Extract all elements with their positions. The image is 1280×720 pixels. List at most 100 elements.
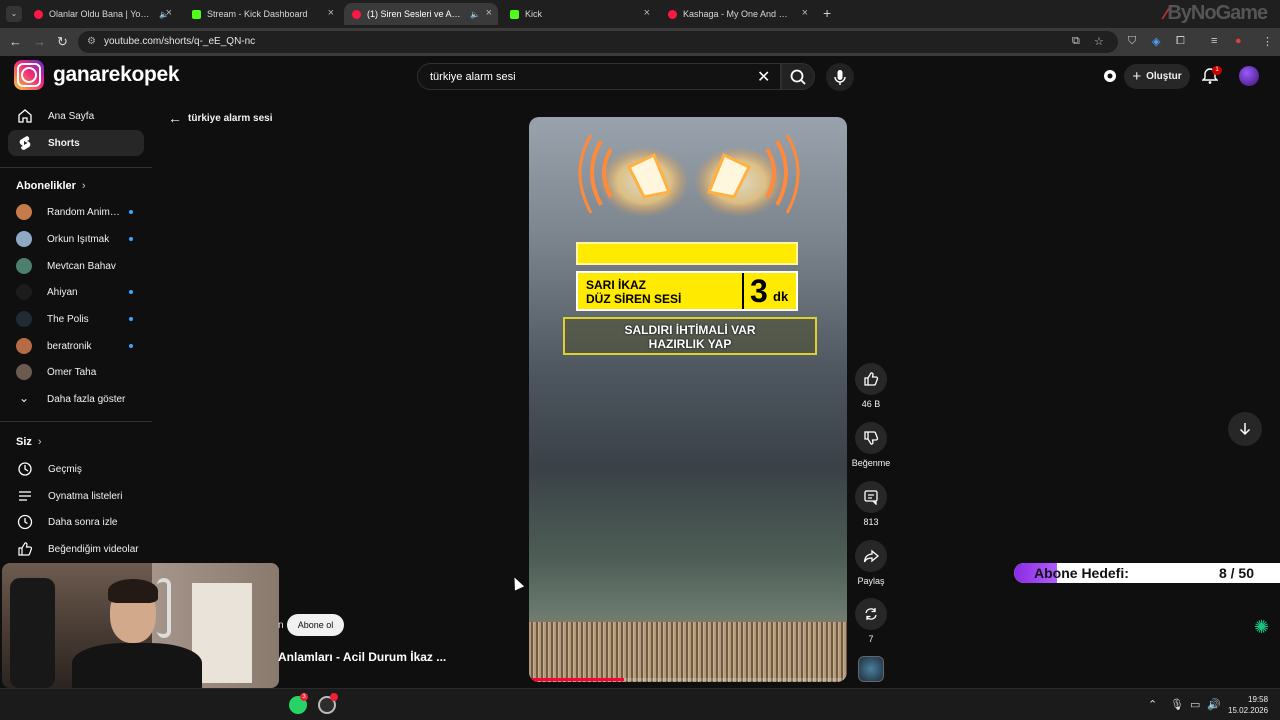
media-control-icon[interactable]: ≡: [1211, 35, 1217, 47]
like-button[interactable]: 46 B: [852, 363, 890, 409]
sidebar-item-watch-later[interactable]: Daha sonra izle: [8, 509, 144, 535]
search-icon: [790, 69, 806, 85]
video-progress-bar[interactable]: [529, 678, 847, 681]
sidebar-subscription[interactable]: Orkun Işıtmak: [8, 227, 144, 251]
bookmark-star-icon[interactable]: ☆: [1094, 35, 1104, 48]
translate-extension-icon[interactable]: ◈: [1152, 35, 1160, 48]
taskbar: 3 ⌃ 🎙 ▭ 🔊 19:58 15.02.2026: [0, 688, 1280, 720]
microphone-icon[interactable]: 🎙: [1170, 698, 1184, 711]
warning-line-1: SARI İKAZ: [586, 278, 646, 292]
browser-tab[interactable]: Kashaga - My One And Only | O ×: [660, 3, 814, 25]
create-label: Oluştur: [1146, 71, 1182, 82]
sidebar-subscription[interactable]: Mevtcan Bahav: [8, 254, 144, 278]
extensions-puzzle-icon[interactable]: ⧠: [1176, 35, 1185, 48]
shield-extension-icon[interactable]: ⛉: [1128, 35, 1136, 48]
profile-icon[interactable]: ●: [1235, 35, 1242, 47]
duration-unit: dk: [773, 289, 789, 304]
share-button[interactable]: Paylaş: [852, 540, 890, 586]
close-tab-icon[interactable]: ×: [644, 7, 650, 19]
address-bar[interactable]: ⚙ youtube.com/shorts/q-_eE_QN-nc ⧉ ☆: [78, 31, 1118, 53]
sidebar-divider: [0, 421, 152, 422]
chevron-up-icon[interactable]: ⌃: [1148, 698, 1157, 711]
back-arrow-icon[interactable]: ←: [9, 34, 22, 49]
close-tab-icon[interactable]: ×: [166, 7, 172, 19]
search-button[interactable]: [781, 63, 815, 90]
sidebar-subscription[interactable]: Ömer Taha: [8, 360, 144, 384]
show-more-button[interactable]: ⌄ Daha fazla göster: [8, 387, 144, 411]
clock-date: 15.02.2026: [1228, 706, 1269, 715]
sound-channel-thumbnail[interactable]: [858, 656, 884, 682]
dislike-button[interactable]: Beğenme: [848, 422, 894, 468]
voice-search-button[interactable]: [826, 63, 854, 91]
browser-tab[interactable]: Olanlar Oldu Bana | YouTube 🔈 ×: [26, 3, 178, 25]
clear-search-icon[interactable]: ✕: [757, 67, 770, 87]
close-tab-icon[interactable]: ×: [486, 7, 492, 19]
subscription-name: Random Animasyon: [47, 206, 123, 218]
subscription-name: The Polis: [47, 313, 89, 325]
sidebar-item-home[interactable]: Ana Sayfa: [8, 103, 144, 129]
you-heading[interactable]: Siz ›: [16, 436, 42, 448]
clock-icon: [16, 514, 34, 530]
openai-icon[interactable]: ✺: [1254, 617, 1269, 638]
close-tab-icon[interactable]: ×: [328, 7, 334, 19]
new-content-dot: [129, 237, 133, 241]
channel-logo[interactable]: ganarekopek: [14, 60, 180, 90]
site-info-icon[interactable]: ⚙: [87, 36, 96, 47]
sidebar-item-label: Oynatma listeleri: [48, 490, 123, 502]
browser-toolbar: ← → ↻ ⚙ youtube.com/shorts/q-_eE_QN-nc ⧉…: [0, 28, 1280, 56]
create-button[interactable]: + Oluştur: [1124, 64, 1190, 89]
you-heading-label: Siz: [16, 436, 32, 448]
subscriptions-heading[interactable]: Abonelikler ›: [16, 180, 86, 192]
show-more-label: Daha fazla göster: [47, 393, 126, 405]
back-to-search-button[interactable]: ← türkiye alarm sesi: [168, 110, 273, 126]
volume-icon[interactable]: 🔊: [1207, 698, 1221, 711]
back-arrow-icon: ←: [168, 110, 182, 126]
goal-label: Abone Hedefi:: [1034, 565, 1129, 581]
mouse-cursor-icon: [509, 575, 525, 591]
tab-search-button[interactable]: ⌄: [6, 6, 22, 22]
sidebar-item-shorts[interactable]: Shorts: [8, 130, 144, 156]
speaker-icon[interactable]: 🔈: [470, 10, 480, 19]
shorts-icon: [16, 135, 34, 151]
display-icon[interactable]: ▭: [1190, 698, 1200, 711]
search-input[interactable]: türkiye alarm sesi ✕: [417, 63, 781, 90]
video-progress-fill: [529, 678, 625, 681]
browser-tab[interactable]: Kick ×: [502, 3, 656, 25]
forward-arrow-icon[interactable]: →: [33, 34, 46, 49]
sidebar-item-history[interactable]: Geçmiş: [8, 456, 144, 482]
chevron-right-icon: ›: [37, 436, 42, 448]
create-video-icon[interactable]: [1102, 68, 1118, 84]
reload-icon[interactable]: ↻: [57, 34, 68, 50]
remix-button[interactable]: 7: [852, 598, 890, 644]
logo-text: ganarekopek: [53, 63, 180, 86]
short-title[interactable]: Anlamları - Acil Durum İkaz ...: [278, 650, 446, 664]
system-clock[interactable]: 19:58 15.02.2026: [1228, 694, 1268, 716]
duration-number: 3: [750, 273, 768, 309]
avatar: [16, 311, 32, 327]
sidebar-subscription[interactable]: beratronik: [8, 334, 144, 358]
short-video-player[interactable]: SARI İKAZ DÜZ SİREN SESİ 3 dk SALDIRI İH…: [529, 117, 847, 682]
sidebar-item-playlists[interactable]: Oynatma listeleri: [8, 483, 144, 509]
new-tab-button[interactable]: +: [823, 5, 831, 21]
whatsapp-badge: 3: [300, 693, 308, 701]
search-value: türkiye alarm sesi: [430, 71, 516, 83]
browser-tab[interactable]: Stream - Kick Dashboard ×: [184, 3, 340, 25]
close-tab-icon[interactable]: ×: [802, 7, 808, 19]
comments-button[interactable]: 813: [852, 481, 890, 527]
subscription-name: Orkun Işıtmak: [47, 233, 110, 245]
install-app-icon[interactable]: ⧉: [1072, 35, 1080, 48]
alert-box: SALDIRI İHTİMALİ VAR HAZIRLIK YAP: [563, 317, 817, 355]
avatar: [16, 284, 32, 300]
sidebar-item-liked-videos[interactable]: Beğendiğim videolar: [8, 536, 144, 562]
browser-menu-icon[interactable]: ⋮: [1262, 35, 1273, 48]
browser-tab-active[interactable]: (1) Siren Sesleri ve Anlamları 🔈 ×: [344, 3, 498, 25]
sidebar-subscription[interactable]: Ahiyan: [8, 280, 144, 304]
sidebar-subscription[interactable]: The Polis: [8, 307, 144, 331]
next-short-button[interactable]: [1228, 412, 1262, 446]
tab-title: Olanlar Oldu Bana | YouTube: [49, 9, 154, 19]
subscriber-goal-widget: Abone Hedefi: 8 / 50: [1014, 563, 1280, 583]
history-icon: [16, 461, 34, 477]
sidebar-subscription[interactable]: Random Animasyon: [8, 200, 144, 224]
subscribe-button[interactable]: Abone ol: [287, 614, 344, 636]
user-avatar[interactable]: [1239, 66, 1259, 86]
